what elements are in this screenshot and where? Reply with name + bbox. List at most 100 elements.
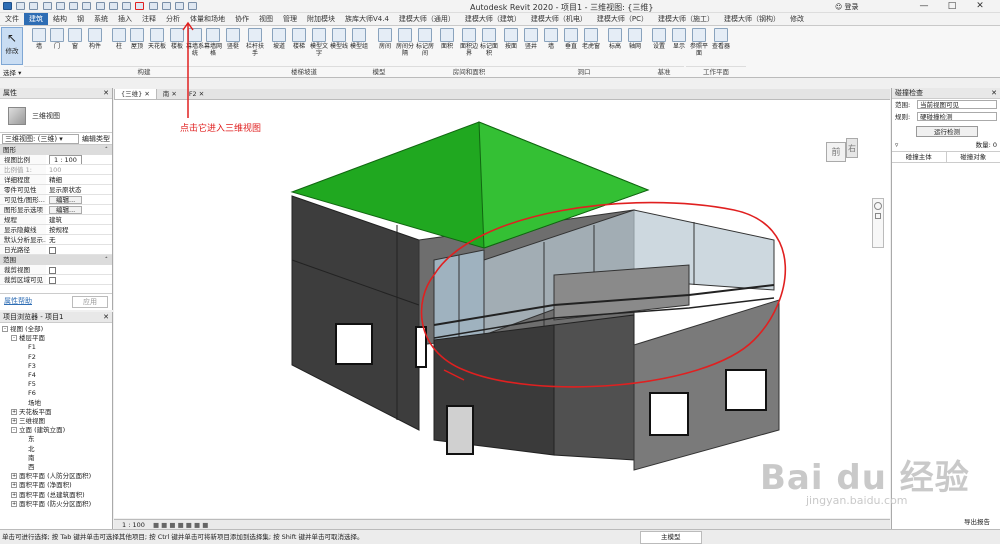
browser-item[interactable]: + 三维视图 — [2, 417, 110, 426]
tab-10[interactable]: 视图 — [254, 13, 278, 25]
ribbon-button-22[interactable]: 标记面积 — [480, 28, 498, 57]
close-icon[interactable]: ✕ — [169, 90, 176, 98]
property-value[interactable]: 精细 — [46, 175, 112, 184]
browser-item[interactable]: F4 — [2, 371, 110, 380]
ribbon-button-26[interactable]: 垂直 — [562, 28, 580, 50]
ribbon-button-20[interactable]: 面积 — [438, 28, 456, 50]
edit-button[interactable]: 编辑... — [49, 206, 83, 214]
ribbon-button-29[interactable]: 轴网 — [626, 28, 644, 50]
ribbon-button-28[interactable]: 标高 — [606, 28, 624, 50]
ribbon-button-31[interactable]: 显示 — [670, 28, 688, 50]
expand-toggle-icon[interactable]: + — [11, 473, 17, 480]
ribbon-button-15[interactable]: 模型线 — [330, 28, 348, 50]
property-row[interactable]: 零件可见性 显示原状态 — [0, 185, 112, 195]
edit-type-button[interactable]: 编辑类型 — [82, 134, 110, 144]
ribbon-button-1[interactable]: 门 — [48, 28, 66, 50]
scale-value[interactable]: 1 : 100 — [122, 521, 145, 529]
property-row[interactable]: 默认分析显示... 无 — [0, 235, 112, 245]
property-value[interactable]: 编辑... — [46, 195, 112, 204]
tab-0[interactable]: 文件 — [0, 13, 24, 25]
property-value[interactable]: 建筑 — [46, 215, 112, 224]
dimension-icon[interactable] — [108, 2, 118, 10]
property-row[interactable]: 可见性/图形... 编辑... — [0, 195, 112, 205]
tab-4[interactable]: 系统 — [89, 13, 113, 25]
ribbon-button-30[interactable]: 设置 — [650, 28, 668, 50]
browser-item[interactable]: 场地 — [2, 399, 110, 408]
steering-wheel-icon[interactable] — [874, 202, 882, 210]
property-value[interactable]: 显示原状态 — [46, 185, 112, 194]
browser-item[interactable]: F6 — [2, 389, 110, 398]
expand-toggle-icon[interactable]: + — [11, 482, 17, 489]
ribbon-button-33[interactable]: 查看器 — [712, 28, 730, 50]
property-row[interactable]: 裁剪视图 — [0, 265, 112, 275]
navigation-bar[interactable] — [872, 198, 884, 248]
browser-item[interactable]: + 天花板平面 — [2, 408, 110, 417]
property-row[interactable]: 日光路径 — [0, 245, 112, 255]
undo-icon[interactable] — [55, 2, 65, 10]
property-row[interactable]: 规程 建筑 — [0, 215, 112, 225]
redo-icon[interactable] — [69, 2, 79, 10]
ribbon-button-17[interactable]: 房间 — [376, 28, 394, 50]
model-selector[interactable]: 主模型 — [640, 531, 702, 544]
detail-level-icon[interactable]: ■ ■ ■ ■ ■ ■ ■ — [153, 521, 208, 529]
tab-5[interactable]: 插入 — [113, 13, 137, 25]
browser-item[interactable]: F1 — [2, 343, 110, 352]
modify-button[interactable]: ↖ 修改 — [1, 27, 23, 65]
browser-item[interactable]: + 面积平面 (净面积) — [2, 481, 110, 490]
tab-18[interactable]: 建模大师（施工） — [653, 13, 719, 25]
tab-2[interactable]: 结构 — [48, 13, 72, 25]
property-value[interactable]: 编辑... — [46, 205, 112, 214]
text-icon[interactable] — [122, 2, 132, 10]
property-value[interactable]: 100 — [46, 165, 112, 174]
expand-toggle-icon[interactable]: + — [11, 500, 17, 507]
browser-item[interactable]: - 楼层平面 — [2, 334, 110, 343]
property-value[interactable] — [46, 265, 112, 274]
property-row[interactable]: 比例值 1: 100 — [0, 165, 112, 175]
browser-item[interactable]: + 面积平面 (总建筑面积) — [2, 491, 110, 500]
property-row[interactable]: 视图比例 1 : 100 — [0, 155, 112, 165]
type-selector[interactable]: 三维视图 — [0, 99, 112, 133]
close-icon[interactable]: ✕ — [142, 90, 149, 98]
ribbon-button-27[interactable]: 老虎窗 — [582, 28, 600, 50]
property-row[interactable]: 裁剪区域可见 — [0, 275, 112, 285]
sync-icon[interactable] — [42, 2, 52, 10]
ribbon-button-16[interactable]: 模型组 — [350, 28, 368, 50]
select-dropdown[interactable]: 选择 ▾ — [3, 67, 21, 77]
ribbon-button-12[interactable]: 坡道 — [270, 28, 288, 50]
switch-windows-icon[interactable] — [188, 2, 198, 10]
browser-item[interactable]: 北 — [2, 445, 110, 454]
view-tab-0[interactable]: {三维} ✕ — [114, 89, 157, 99]
tab-13[interactable]: 族库大师V4.4 — [340, 13, 394, 25]
close-hidden-icon[interactable] — [175, 2, 185, 10]
tab-11[interactable]: 管理 — [278, 13, 302, 25]
edit-button[interactable]: 编辑... — [49, 196, 83, 204]
tab-17[interactable]: 建模大师（PC） — [592, 13, 653, 25]
viewcube-front[interactable]: 前 — [826, 142, 846, 162]
ribbon-button-11[interactable]: 栏杆扶手 — [246, 28, 264, 57]
minimize-icon[interactable]: — — [910, 0, 938, 12]
scope-dropdown[interactable]: 当前视图可见 — [917, 100, 997, 109]
browser-item[interactable]: 西 — [2, 463, 110, 472]
ribbon-button-25[interactable]: 墙 — [542, 28, 560, 50]
expand-toggle-icon[interactable]: - — [11, 335, 17, 342]
property-value[interactable]: 按规程 — [46, 225, 112, 234]
ribbon-button-10[interactable]: 竖梃 — [224, 28, 242, 50]
properties-help-link[interactable]: 属性帮助 — [4, 296, 32, 308]
ribbon-button-18[interactable]: 房间分隔 — [396, 28, 414, 57]
close-icon[interactable]: ✕ — [103, 312, 109, 323]
thin-lines-icon[interactable] — [161, 2, 171, 10]
close-icon[interactable]: ✕ — [966, 0, 994, 12]
expand-toggle-icon[interactable]: - — [11, 427, 17, 434]
print-icon[interactable] — [82, 2, 92, 10]
expand-toggle-icon[interactable]: + — [11, 408, 17, 415]
zoom-icon[interactable] — [875, 213, 881, 219]
category-graphics[interactable]: 图形 ˆ — [0, 145, 112, 155]
rule-dropdown[interactable]: 硬碰撞检测 — [917, 112, 997, 121]
tab-16[interactable]: 建模大师（机电） — [526, 13, 592, 25]
revit-logo-icon[interactable] — [3, 2, 12, 10]
property-value[interactable]: 1 : 100 — [46, 155, 112, 164]
category-extents[interactable]: 范围 ˆ — [0, 255, 112, 265]
property-value[interactable] — [46, 245, 112, 254]
viewcube-right[interactable]: 右 — [846, 138, 858, 158]
open-icon[interactable] — [16, 2, 26, 10]
